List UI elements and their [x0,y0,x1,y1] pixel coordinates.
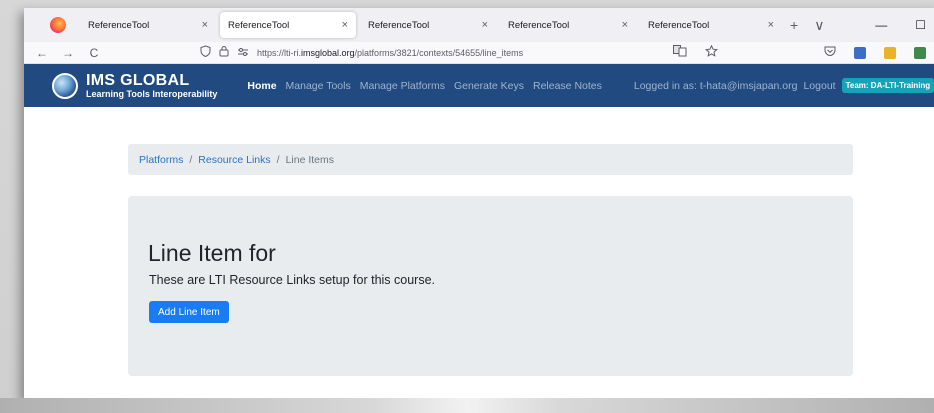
close-icon[interactable]: × [342,19,348,31]
tab-title: ReferenceTool [368,19,430,31]
breadcrumb-resource-links[interactable]: Resource Links [198,154,270,166]
menu-manage-tools[interactable]: Manage Tools [286,80,351,92]
desktop-background [0,398,934,413]
browser-window: ReferenceTool × ReferenceTool × Referenc… [24,8,934,400]
navigation-bar: ← → C https://lti-ri.imsglobal.org/platf… [24,42,934,64]
url-prefix: https://lti-ri. [257,47,302,58]
url-domain: imsglobal.org [301,47,355,58]
breadcrumb-separator: / [276,153,280,166]
address-bar[interactable]: https://lti-ri.imsglobal.org/platforms/3… [200,45,523,60]
menu-generate-keys[interactable]: Generate Keys [454,80,524,92]
firefox-icon[interactable] [50,17,66,33]
logged-in-text: Logged in as: t-hata@imsjapan.org [633,79,798,92]
page-description: These are LTI Resource Links setup for t… [149,273,436,287]
url-path: /platforms/3821/contexts/54655/line_item… [354,47,524,58]
breadcrumb: Platforms / Resource Links / Line Items [128,144,853,175]
ims-globe-logo-icon[interactable] [52,72,78,99]
tab-title: ReferenceTool [508,19,570,31]
url-text[interactable]: https://lti-ri.imsglobal.org/platforms/3… [257,48,523,58]
tab-strip: ReferenceTool × ReferenceTool × Referenc… [24,8,934,42]
tab-list-icon[interactable]: ∨ [814,17,824,34]
forward-icon[interactable]: → [58,46,78,60]
new-tab-icon[interactable]: + [790,17,798,33]
tab-3[interactable]: ReferenceTool × [360,12,496,38]
site-header: IMS GLOBAL Learning Tools Interoperabili… [24,64,934,107]
tab-title: ReferenceTool [88,19,150,31]
menu-home[interactable]: Home [247,80,276,92]
maximize-icon[interactable]: ☐ [915,18,926,32]
extension-translate-icon[interactable] [854,46,866,59]
extension-pencil-icon[interactable] [884,46,896,59]
translate-icon[interactable] [673,45,687,60]
logo-subtitle: Learning Tools Interoperability [86,88,218,99]
close-icon[interactable]: × [768,19,774,31]
permissions-icon[interactable] [237,46,249,60]
tab-4[interactable]: ReferenceTool × [500,12,636,38]
close-icon[interactable]: × [622,19,628,31]
jumbotron-panel: Line Item for These are LTI Resource Lin… [128,196,853,376]
tab-2-active[interactable]: ReferenceTool × [220,12,356,38]
shield-icon[interactable] [200,45,211,60]
logout-link[interactable]: Logout [803,80,835,92]
logo-title: IMS GLOBAL [86,71,190,89]
user-info: Logged in as: t-hata@imsjapan.org Logout… [634,78,934,93]
breadcrumb-separator: / [189,153,193,166]
main-menu: Home Manage Tools Manage Platforms Gener… [247,80,602,92]
tab-title: ReferenceTool [228,19,290,31]
breadcrumb-current: Line Items [285,153,335,166]
tab-5[interactable]: ReferenceTool × [640,12,782,38]
close-icon[interactable]: × [482,19,488,31]
page-content: Platforms / Resource Links / Line Items … [24,107,934,400]
page-title: Line Item for [148,240,276,266]
breadcrumb-platforms[interactable]: Platforms [139,154,183,166]
team-badge: Team: DA-LTI-Training [841,78,934,93]
menu-release-notes[interactable]: Release Notes [533,80,602,92]
menu-manage-platforms[interactable]: Manage Platforms [360,80,445,92]
minimize-icon[interactable]: — [875,18,887,32]
close-icon[interactable]: × [202,19,208,31]
tab-title: ReferenceTool [648,19,710,31]
extension-puzzle-icon[interactable] [914,46,926,59]
tab-1[interactable]: ReferenceTool × [80,12,216,38]
back-icon[interactable]: ← [32,46,52,60]
site-logo[interactable]: IMS GLOBAL Learning Tools Interoperabili… [86,71,218,99]
bookmark-star-icon[interactable] [705,44,718,60]
lock-icon[interactable] [219,45,229,60]
pocket-icon[interactable] [824,45,836,60]
add-line-item-button[interactable]: Add Line Item [149,301,229,323]
reload-icon[interactable]: C [84,46,104,60]
